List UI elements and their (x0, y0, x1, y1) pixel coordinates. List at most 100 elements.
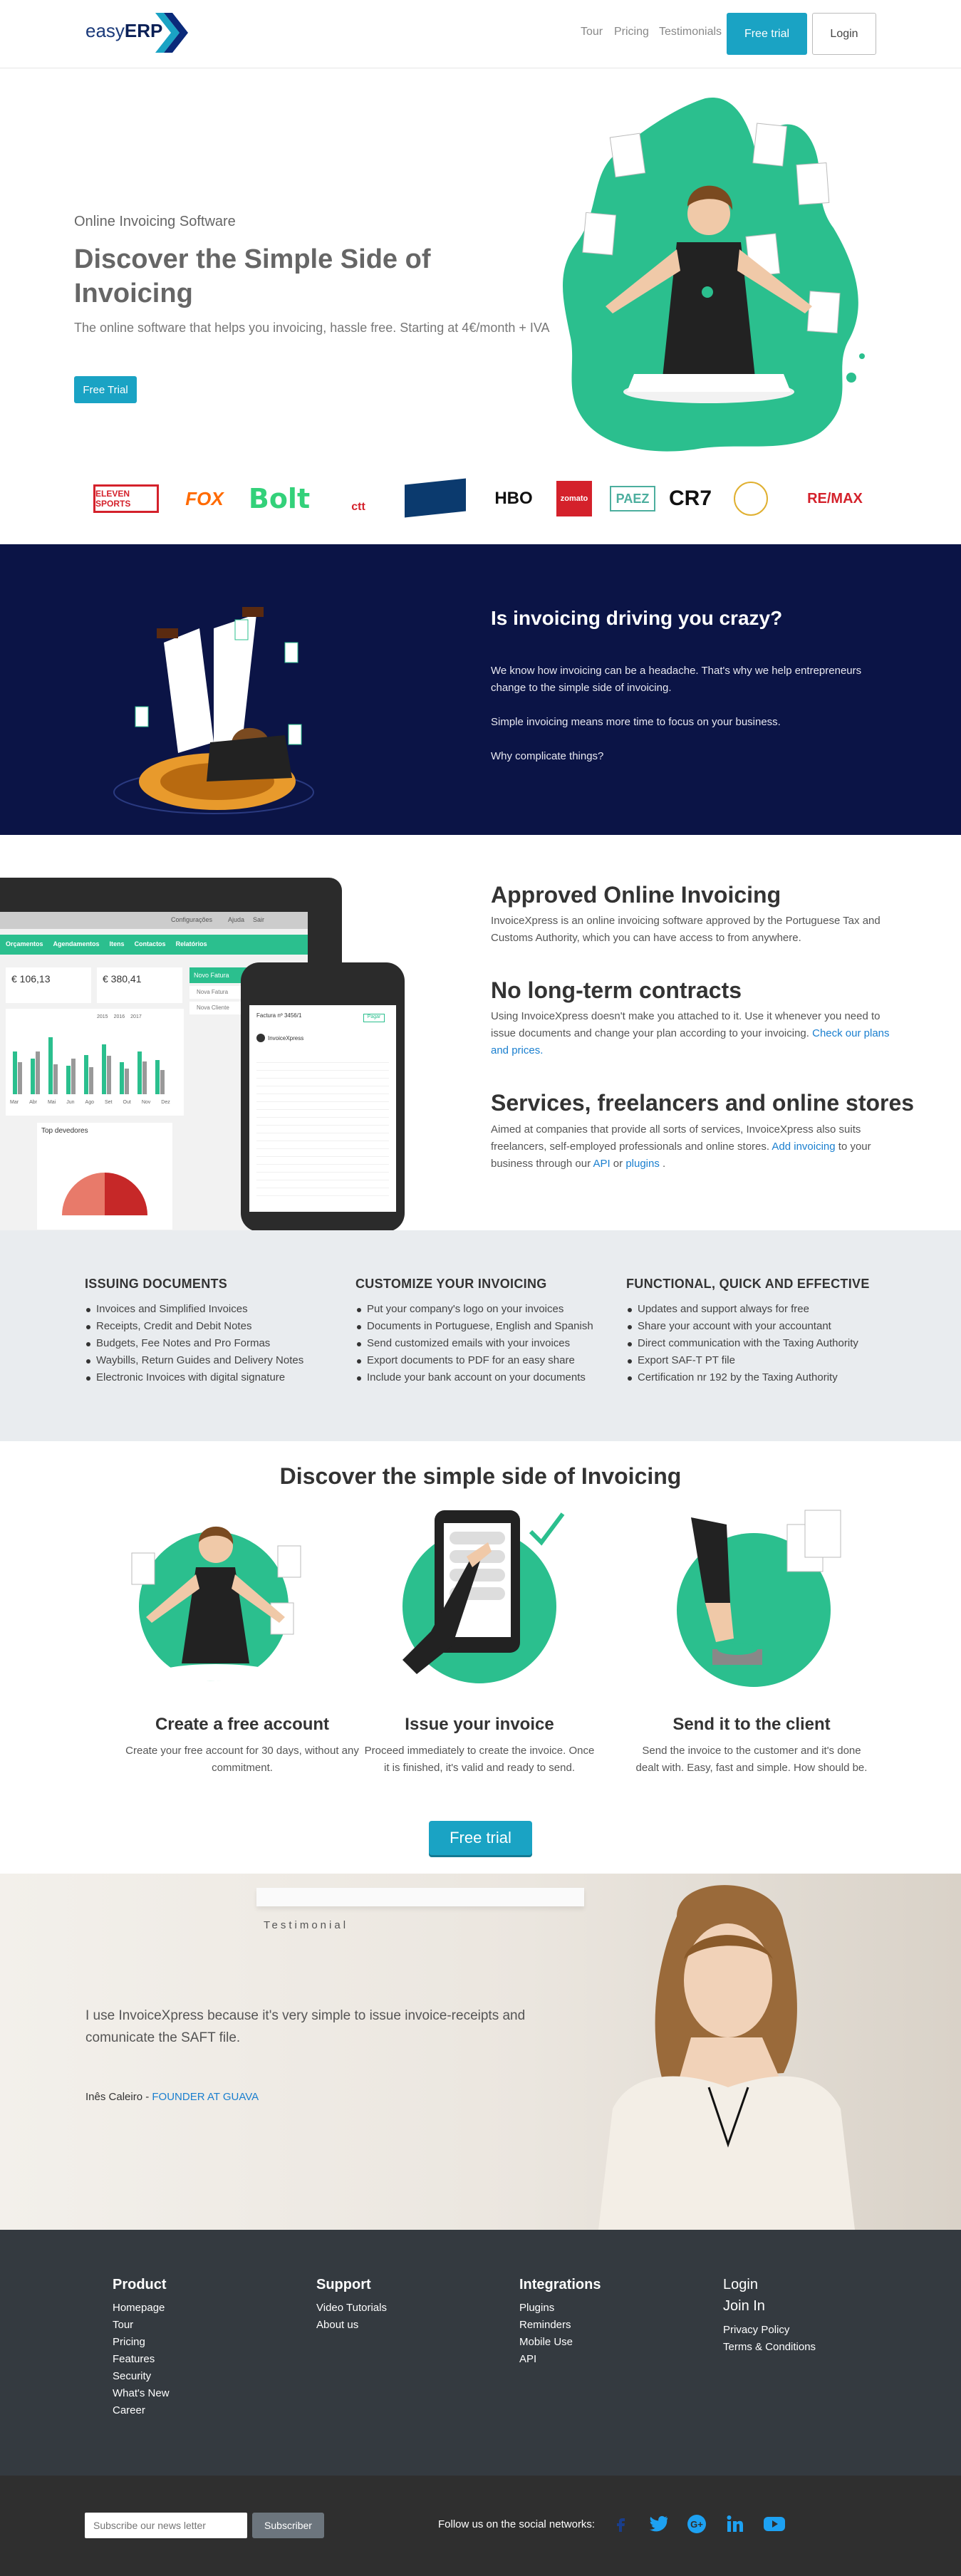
column-title-customize: CUSTOMIZE YOUR INVOICING (355, 1277, 547, 1291)
nav-testimonials[interactable]: Testimonials (659, 26, 722, 38)
login-button[interactable]: Login (812, 13, 876, 55)
crazy-title: Is invoicing driving you crazy? (491, 607, 783, 629)
mock-nav-item: Itens (109, 940, 125, 947)
column-list-functional: Updates and support always for free Shar… (626, 1301, 858, 1386)
youtube-icon[interactable] (763, 2513, 786, 2535)
testimonial-shelf (256, 1888, 584, 1906)
mock-nav-item: Orçamentos (6, 940, 43, 947)
client-logo-hbo: HBO (494, 489, 533, 508)
nav-tour[interactable]: Tour (581, 26, 603, 38)
client-logo-banner (405, 478, 466, 518)
footer-login-link[interactable]: Login (723, 2277, 758, 2293)
phone-invoice-lines (256, 1055, 389, 1198)
footer-link[interactable]: Mobile Use (519, 2334, 573, 2351)
mock-month-label: Ago (85, 1100, 95, 1105)
step-illustration-send (677, 1510, 841, 1687)
step-illustration-account (131, 1526, 301, 1681)
list-item: Invoices and Simplified Invoices (85, 1301, 303, 1318)
mock-nav-item: Agendamentos (53, 940, 100, 947)
crazy-paragraph-2: Simple invoicing means more time to focu… (491, 716, 781, 728)
crazy-illustration (113, 607, 314, 814)
mock-legend-item: 2016 (113, 1014, 125, 1019)
list-item: Export SAF-T PT file (626, 1352, 858, 1369)
hero-free-trial-button[interactable]: Free Trial (74, 376, 137, 403)
discover-free-trial-button[interactable]: Free trial (429, 1821, 532, 1855)
list-item: Include your bank account on your docume… (355, 1369, 593, 1386)
client-logo-remax: RE/MAX (807, 490, 863, 507)
step-text-account: Create your free account for 30 days, wi… (125, 1745, 359, 1774)
footer-list-legal: Privacy Policy Terms & Conditions (723, 2322, 816, 2356)
list-item: Share your account with your accountant (626, 1318, 858, 1335)
footer-join-link[interactable]: Join In (723, 2298, 765, 2315)
add-invoicing-link[interactable]: Add invoicing (772, 1141, 835, 1153)
list-item: Budgets, Fee Notes and Pro Formas (85, 1335, 303, 1352)
mock-nav-item: Relatórios (175, 940, 207, 947)
footer-link[interactable]: Security (113, 2368, 170, 2385)
mock-stat-2: € 380,41 (97, 967, 182, 1003)
site-header: easyERP Tour Pricing Testimonials Free t… (0, 0, 961, 68)
client-logo-cr7: CR7 (669, 487, 712, 510)
subscribe-button[interactable]: Subscriber (252, 2513, 324, 2538)
crazy-paragraph-3: Why complicate things? (491, 750, 604, 762)
column-list-issuing: Invoices and Simplified Invoices Receipt… (85, 1301, 303, 1386)
footer-link[interactable]: What's New (113, 2385, 170, 2402)
client-logo-eleven: ELEVEN SPORTS (93, 484, 159, 513)
mock-month-label: Mar (10, 1100, 19, 1105)
footer-link[interactable]: Privacy Policy (723, 2322, 816, 2339)
hero-subtitle: The online software that helps you invoi… (74, 321, 550, 335)
client-logo-zomato: zomato (556, 481, 592, 516)
nav-pricing[interactable]: Pricing (614, 26, 649, 38)
step-illustration-issue (402, 1510, 565, 1683)
footer-link[interactable]: Reminders (519, 2317, 573, 2334)
list-item: Updates and support always for free (626, 1301, 858, 1318)
step-title-issue: Issue your invoice (405, 1715, 554, 1734)
footer-link[interactable]: API (519, 2351, 573, 2368)
list-item: Export documents to PDF for an easy shar… (355, 1352, 593, 1369)
discover-title: Discover the simple side of Invoicing (279, 1463, 682, 1489)
linkedin-icon[interactable] (724, 2513, 747, 2535)
mock-nav-item: Contactos (134, 940, 166, 947)
api-link[interactable]: API (593, 1158, 610, 1170)
client-logo-fox: FOX (185, 487, 224, 509)
footer-list-product: Homepage Tour Pricing Features Security … (113, 2300, 170, 2419)
client-logo-circle (734, 482, 768, 516)
step-title-send: Send it to the client (672, 1715, 831, 1734)
column-list-customize: Put your company's logo on your invoices… (355, 1301, 593, 1386)
footer-link[interactable]: Tour (113, 2317, 170, 2334)
google-plus-icon[interactable]: G+ (685, 2513, 708, 2535)
testimonial-label: Testimonial (264, 1919, 349, 1931)
mock-stat-1: € 106,13 (6, 967, 91, 1003)
footer-link[interactable]: Pricing (113, 2334, 170, 2351)
facebook-icon[interactable] (610, 2513, 633, 2535)
feature-title-services: Services, freelancers and online stores (491, 1090, 915, 1116)
mock-bar-chart: 2015 2016 2017 Mar Abr Mai Jun Ago Set O… (6, 1009, 184, 1116)
mock-settings: Configurações (171, 916, 213, 923)
mock-legend-item: 2015 (97, 1014, 108, 1019)
list-item: Direct communication with the Taxing Aut… (626, 1335, 858, 1352)
free-trial-button[interactable]: Free trial (727, 13, 807, 55)
twitter-icon[interactable] (647, 2513, 670, 2535)
mock-month-label: Mai (47, 1100, 56, 1105)
mock-month-label: Dez (161, 1100, 170, 1105)
footer-link[interactable]: Features (113, 2351, 170, 2368)
footer-link[interactable]: About us (316, 2317, 387, 2334)
footer-link[interactable]: Terms & Conditions (723, 2339, 816, 2356)
newsletter-input[interactable] (85, 2513, 247, 2538)
step-text-send: Send the invoice to the customer and it'… (635, 1745, 868, 1774)
footer-link[interactable]: Video Tutorials (316, 2300, 387, 2317)
column-title-issuing: ISSUING DOCUMENTS (85, 1277, 228, 1291)
mock-month-label: Jun (66, 1100, 75, 1105)
testimonial-author: Inês Caleiro - FOUNDER AT GUAVA (85, 2091, 259, 2103)
svg-text:G+: G+ (690, 2519, 703, 2530)
phone-pay-button: Pagar (363, 1014, 385, 1022)
footer-link[interactable]: Plugins (519, 2300, 573, 2317)
column-title-functional: FUNCTIONAL, QUICK AND EFFECTIVE (626, 1277, 870, 1291)
client-logo-ctt: ctt (351, 501, 365, 513)
feature-text-approved: InvoiceXpress is an online invoicing sof… (491, 915, 881, 944)
footer-link[interactable]: Homepage (113, 2300, 170, 2317)
footer-link[interactable]: Career (113, 2402, 170, 2419)
footer-title-product: Product (113, 2277, 167, 2292)
list-item: Documents in Portuguese, English and Spa… (355, 1318, 593, 1335)
list-item: Receipts, Credit and Debit Notes (85, 1318, 303, 1335)
plugins-link[interactable]: plugins (625, 1158, 660, 1170)
